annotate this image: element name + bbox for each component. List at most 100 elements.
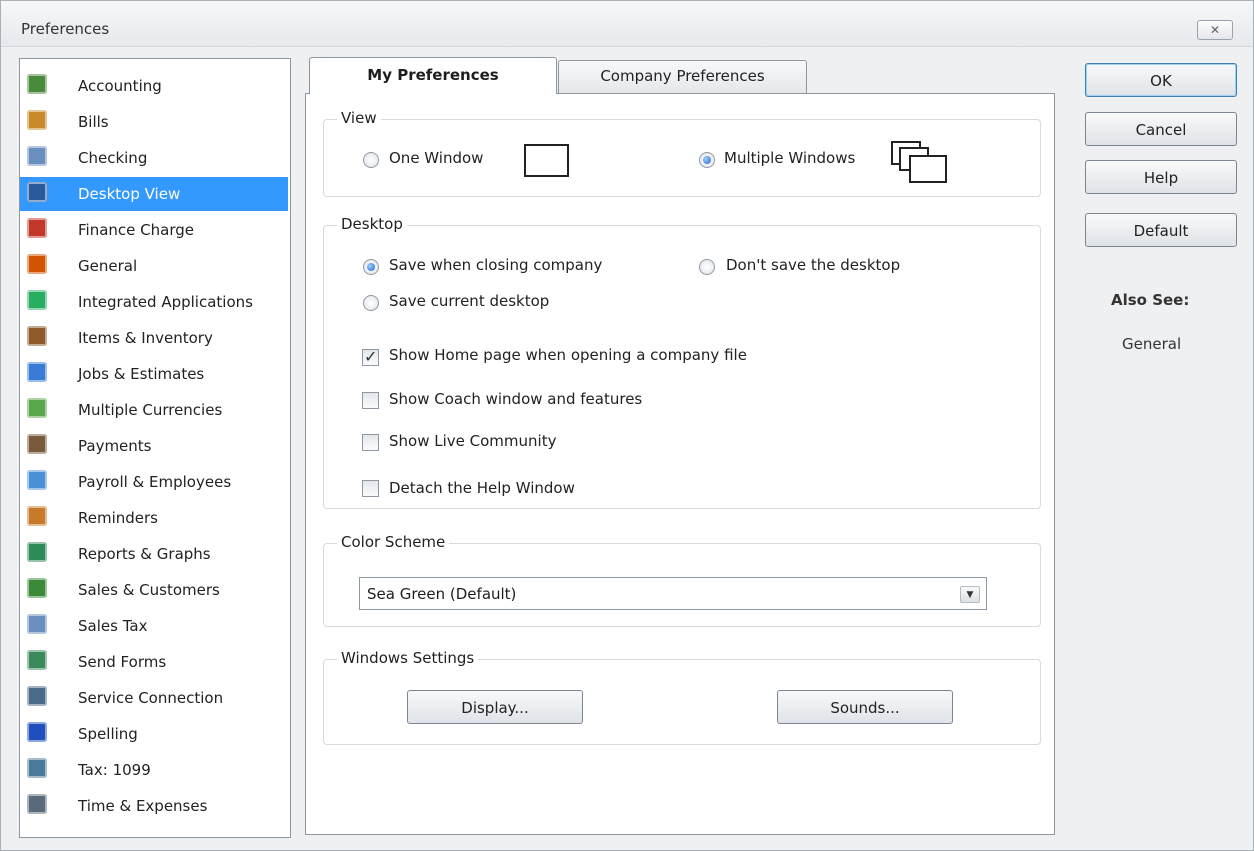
show-home-page-label: Show Home page when opening a company fi…: [389, 346, 747, 364]
color-scheme-value: Sea Green (Default): [367, 585, 517, 603]
sidebar-item-label: Tax: 1099: [78, 761, 151, 779]
sidebar-item-label: Accounting: [78, 77, 162, 95]
sidebar-item-label: Time & Expenses: [78, 797, 208, 815]
window-title: Preferences: [21, 20, 110, 38]
show-coach-checkbox[interactable]: [362, 392, 379, 409]
one-window-icon: [524, 144, 569, 177]
sidebar-item-label: Payroll & Employees: [78, 473, 232, 491]
sidebar-item-payments[interactable]: Payments: [20, 429, 288, 463]
dont-save-desktop-label: Don't save the desktop: [726, 256, 901, 274]
title-bar: Preferences ✕: [1, 1, 1253, 47]
show-live-community-checkbox[interactable]: [362, 434, 379, 451]
sidebar-item-reminders[interactable]: Reminders: [20, 501, 288, 535]
sidebar-item-label: Payments: [78, 437, 152, 455]
save-current-desktop-label: Save current desktop: [389, 292, 550, 310]
sidebar-item-label: Sales Tax: [78, 617, 148, 635]
sidebar-item-time-expenses[interactable]: Time & Expenses: [20, 789, 288, 823]
sidebar-item-checking[interactable]: Checking: [20, 141, 288, 175]
send-forms-icon: [27, 650, 47, 670]
sidebar-item-tax-1099[interactable]: Tax: 1099: [20, 753, 288, 787]
tab-my-preferences-label: My Preferences: [367, 66, 499, 84]
sidebar-item-general[interactable]: General: [20, 249, 288, 283]
sidebar-item-label: Bills: [78, 113, 109, 131]
tab-company-preferences[interactable]: Company Preferences: [558, 60, 807, 93]
sidebar-item-label: Jobs & Estimates: [78, 365, 205, 383]
bills-icon: [27, 110, 47, 130]
default-button[interactable]: Default: [1085, 213, 1237, 247]
sidebar-item-sales-customers[interactable]: Sales & Customers: [20, 573, 288, 607]
sidebar-item-jobs-estimates[interactable]: Jobs & Estimates: [20, 357, 288, 391]
preferences-dialog: Preferences ✕ Accounting Bills Checking Des…: [0, 0, 1254, 851]
sidebar-item-label: Integrated Applications: [78, 293, 253, 311]
show-coach-label: Show Coach window and features: [389, 390, 643, 408]
general-icon: [27, 254, 47, 274]
desktop-group-title: Desktop: [337, 215, 407, 233]
sidebar-item-finance-charge[interactable]: Finance Charge: [20, 213, 288, 247]
multiple-windows-icon: [891, 141, 951, 185]
close-icon: ✕: [1209, 23, 1221, 37]
jobs-estimates-icon: [27, 362, 47, 382]
help-button[interactable]: Help: [1085, 160, 1237, 194]
sidebar-item-label: Send Forms: [78, 653, 167, 671]
show-live-community-label: Show Live Community: [389, 432, 557, 450]
display-button[interactable]: Display...: [407, 690, 583, 724]
also-see-general-link[interactable]: General: [1122, 335, 1181, 353]
sidebar-item-integrated-apps[interactable]: Integrated Applications: [20, 285, 288, 319]
save-when-closing-radio[interactable]: [363, 259, 379, 275]
items-inventory-icon: [27, 326, 47, 346]
sidebar-item-reports-graphs[interactable]: Reports & Graphs: [20, 537, 288, 571]
accounting-icon: [27, 74, 47, 94]
sidebar-item-payroll-employees[interactable]: Payroll & Employees: [20, 465, 288, 499]
sidebar-item-label: Service Connection: [78, 689, 224, 707]
color-scheme-title: Color Scheme: [337, 533, 450, 551]
tax-1099-icon: [27, 758, 47, 778]
sidebar-item-label: Spelling: [78, 725, 138, 743]
one-window-radio[interactable]: [363, 152, 379, 168]
sidebar-item-label: Items & Inventory: [78, 329, 213, 347]
color-scheme-select[interactable]: Sea Green (Default) ▼: [359, 577, 987, 610]
view-group-title: View: [337, 109, 381, 127]
tab-company-preferences-label: Company Preferences: [600, 67, 765, 85]
also-see-title: Also See:: [1111, 291, 1190, 309]
save-current-desktop-radio[interactable]: [363, 295, 379, 311]
sidebar-item-desktop-view[interactable]: Desktop View: [20, 177, 288, 211]
sidebar-item-multiple-currencies[interactable]: Multiple Currencies: [20, 393, 288, 427]
finance-charge-icon: [27, 218, 47, 238]
detach-help-window-checkbox[interactable]: [362, 480, 379, 497]
sidebar-item-spelling[interactable]: Spelling: [20, 717, 288, 751]
multiple-currencies-icon: [27, 398, 47, 418]
sidebar-item-label: General: [78, 257, 138, 275]
payroll-employees-icon: [27, 470, 47, 490]
sales-customers-icon: [27, 578, 47, 598]
sounds-button[interactable]: Sounds...: [777, 690, 953, 724]
sidebar-item-send-forms[interactable]: Send Forms: [20, 645, 288, 679]
sidebar-item-accounting[interactable]: Accounting: [20, 69, 288, 103]
reminders-icon: [27, 506, 47, 526]
sidebar-item-label: Multiple Currencies: [78, 401, 223, 419]
multiple-windows-radio[interactable]: [699, 152, 715, 168]
ok-button[interactable]: OK: [1085, 63, 1237, 97]
cancel-button[interactable]: Cancel: [1085, 112, 1237, 146]
windows-settings-title: Windows Settings: [337, 649, 479, 667]
tab-my-preferences[interactable]: My Preferences: [309, 57, 557, 94]
reports-graphs-icon: [27, 542, 47, 562]
show-home-page-checkbox[interactable]: [362, 347, 379, 366]
service-connection-icon: [27, 686, 47, 706]
dont-save-desktop-radio[interactable]: [699, 259, 715, 275]
sidebar-item-service-connection[interactable]: Service Connection: [20, 681, 288, 715]
sidebar-item-sales-tax[interactable]: Sales Tax: [20, 609, 288, 643]
multiple-windows-label: Multiple Windows: [724, 149, 856, 167]
payments-icon: [27, 434, 47, 454]
preferences-category-list: Accounting Bills Checking Desktop View Finan…: [19, 58, 291, 838]
close-button[interactable]: ✕: [1197, 20, 1233, 40]
chevron-down-icon: ▼: [960, 586, 980, 603]
sidebar-item-label: Reminders: [78, 509, 158, 527]
sidebar-item-label: Checking: [78, 149, 148, 167]
time-expenses-icon: [27, 794, 47, 814]
sidebar-item-label: Reports & Graphs: [78, 545, 211, 563]
sidebar-item-items-inventory[interactable]: Items & Inventory: [20, 321, 288, 355]
spelling-icon: [27, 722, 47, 742]
integrated-apps-icon: [27, 290, 47, 310]
sidebar-item-label: Desktop View: [78, 185, 181, 203]
sidebar-item-bills[interactable]: Bills: [20, 105, 288, 139]
